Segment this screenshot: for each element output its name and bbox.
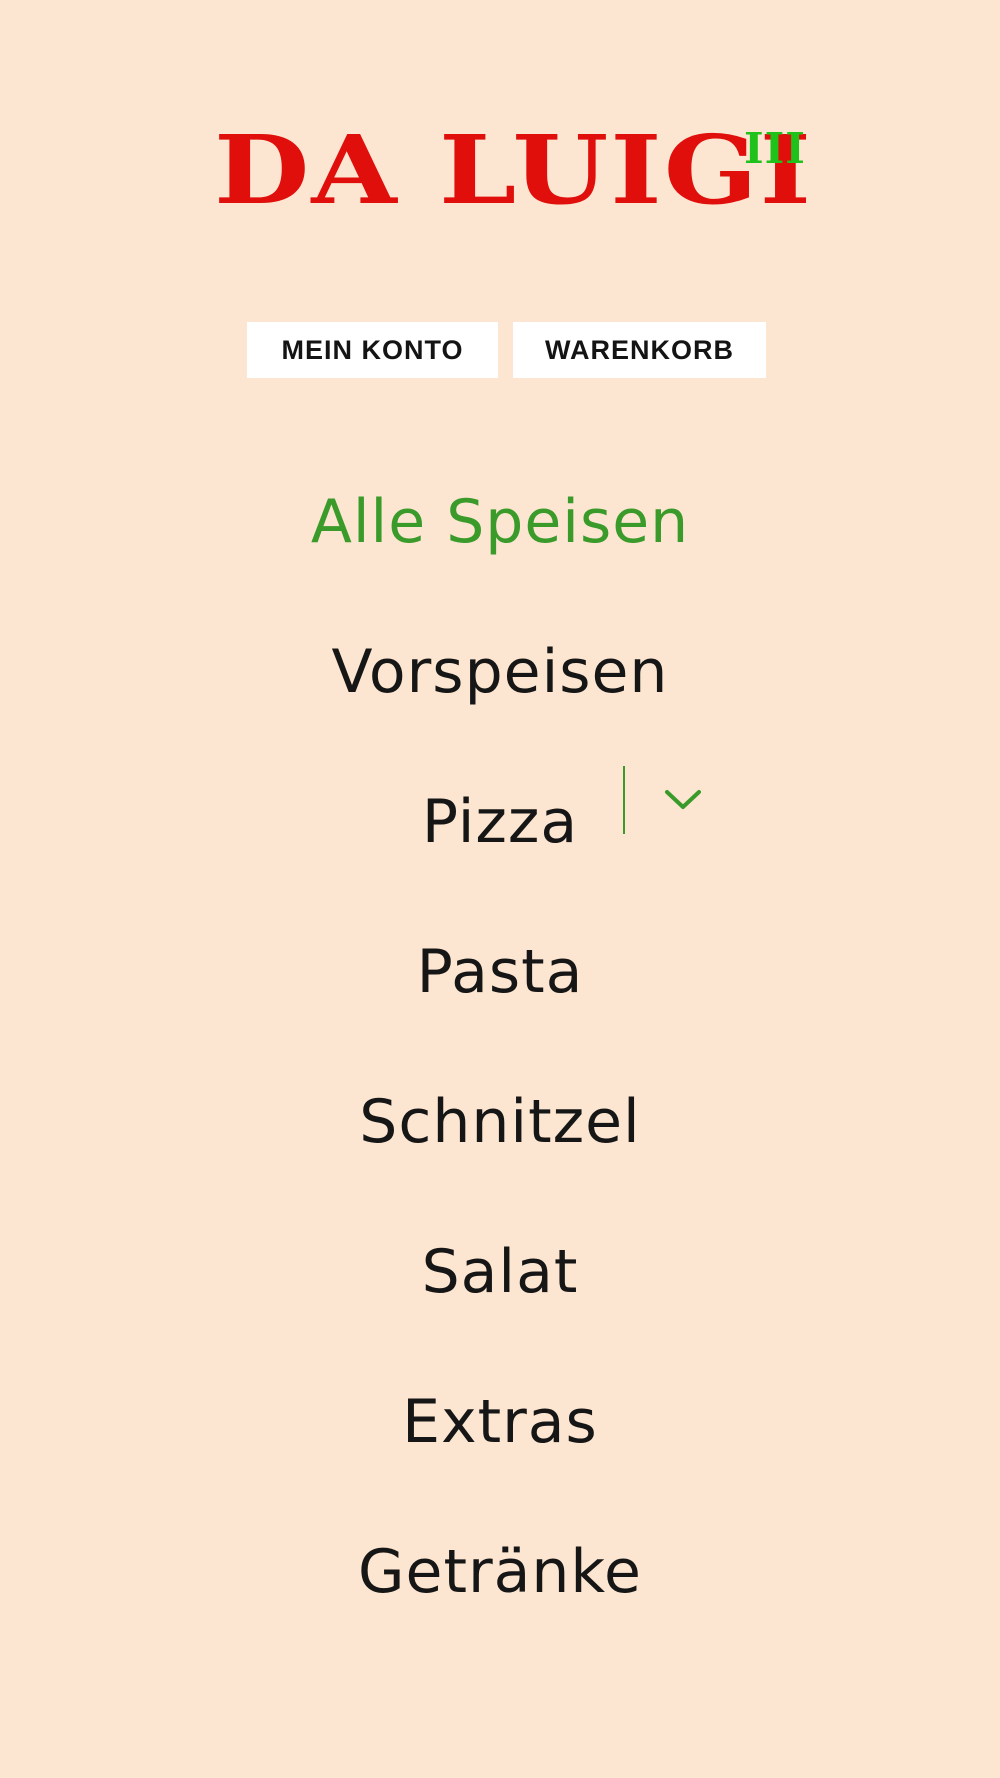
menu-item-getraenke: Getränke: [0, 1520, 1000, 1670]
menu-link-extras[interactable]: Extras: [402, 1370, 598, 1474]
menu-link-salat[interactable]: Salat: [422, 1220, 579, 1324]
submenu-divider: [623, 766, 625, 834]
menu-link-schnitzel[interactable]: Schnitzel: [359, 1070, 640, 1174]
menu-item-salat: Salat: [0, 1220, 1000, 1370]
menu-link-vorspeisen[interactable]: Vorspeisen: [332, 620, 669, 724]
menu-item-vorspeisen: Vorspeisen: [0, 620, 1000, 770]
logo-text: DA LUIGI: [214, 114, 814, 226]
menu-item-schnitzel: Schnitzel: [0, 1070, 1000, 1220]
cart-button[interactable]: WARENKORB: [513, 322, 766, 378]
chevron-down-icon: [665, 790, 701, 809]
menu-item-pizza: Pizza: [0, 770, 1000, 920]
menu-link-pizza[interactable]: Pizza: [422, 770, 578, 874]
menu-link-alle-speisen[interactable]: Alle Speisen: [311, 470, 689, 574]
site-logo[interactable]: DA LUIGI III: [0, 110, 1000, 250]
menu-item-extras: Extras: [0, 1370, 1000, 1520]
logo-superscript: III: [744, 124, 806, 173]
category-menu: Alle Speisen Vorspeisen Pizza Pasta Schn…: [0, 470, 1000, 1670]
menu-link-getraenke[interactable]: Getränke: [358, 1520, 642, 1624]
pizza-submenu-toggle[interactable]: [622, 766, 712, 838]
menu-item-pasta: Pasta: [0, 920, 1000, 1070]
menu-link-pasta[interactable]: Pasta: [417, 920, 584, 1024]
menu-item-alle-speisen: Alle Speisen: [0, 470, 1000, 620]
my-account-button[interactable]: MEIN KONTO: [247, 322, 498, 378]
